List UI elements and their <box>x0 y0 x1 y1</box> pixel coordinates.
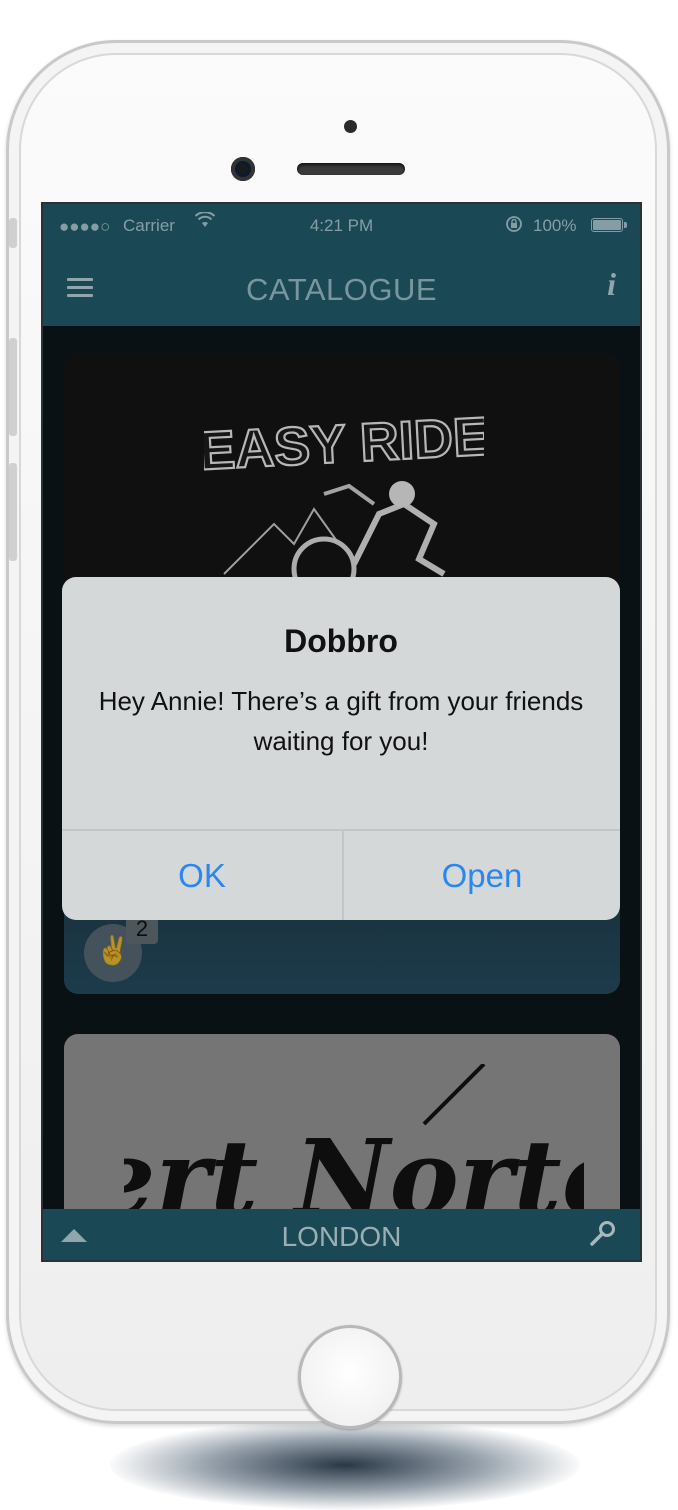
alert-dialog: Dobbro Hey Annie! There’s a gift from yo… <box>62 577 620 920</box>
volume-down-button <box>9 463 17 561</box>
alert-title: Dobbro <box>284 623 398 659</box>
alert-message: Hey Annie! There’s a gift from your frie… <box>98 686 584 756</box>
ok-button[interactable]: OK <box>62 831 342 920</box>
open-button[interactable]: Open <box>344 831 620 920</box>
mute-switch <box>9 218 17 248</box>
device-floor-shadow <box>110 1420 580 1510</box>
home-button[interactable] <box>298 1325 402 1429</box>
volume-up-button <box>9 338 17 436</box>
earpiece-speaker <box>297 163 405 175</box>
front-camera <box>231 157 255 181</box>
proximity-sensor <box>344 120 357 133</box>
